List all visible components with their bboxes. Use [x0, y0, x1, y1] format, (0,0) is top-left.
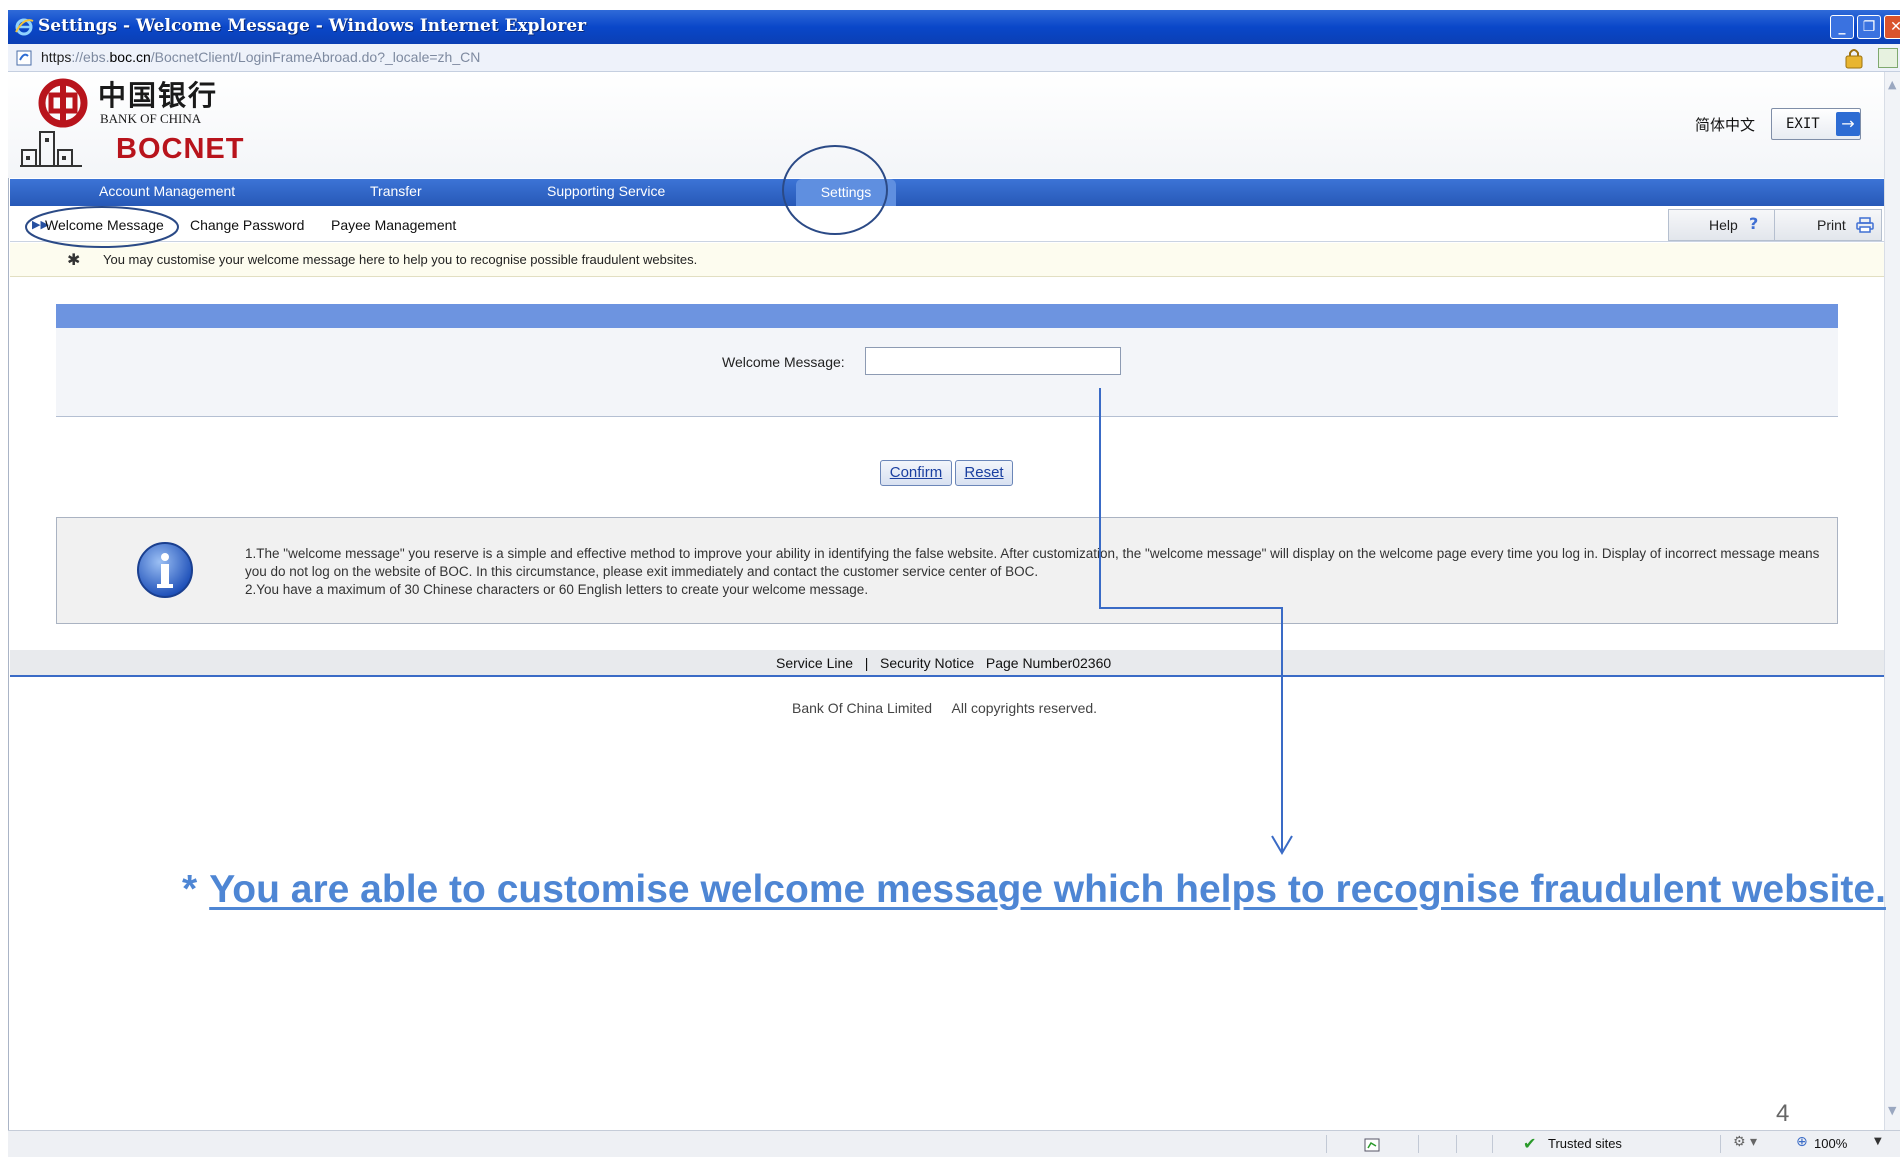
close-window-button[interactable]: ✕	[1884, 15, 1900, 39]
tip-bar: ✱ You may customise your welcome message…	[10, 243, 1884, 277]
info-icon	[137, 542, 193, 598]
tools-dropdown-icon[interactable]: ⚙ ▾	[1733, 1134, 1757, 1150]
pin-icon: ✱	[67, 250, 81, 269]
info-line-2: 2.You have a maximum of 30 Chinese chara…	[245, 582, 869, 597]
bocnet-building-icon	[20, 131, 82, 167]
main-navigation: Account Management Transfer Supporting S…	[10, 179, 1884, 206]
logo-chinese-name: 中国银行	[98, 79, 219, 112]
status-separator	[1720, 1135, 1721, 1153]
security-zone-label[interactable]: Trusted sites	[1548, 1136, 1622, 1151]
help-link[interactable]: Help	[1709, 217, 1738, 233]
callout-star: *	[182, 868, 198, 911]
nav-transfer[interactable]: Transfer	[370, 183, 422, 199]
url-scheme: https	[41, 49, 72, 65]
tip-text: You may customise your welcome message h…	[103, 252, 698, 267]
lock-icon[interactable]	[1844, 47, 1864, 69]
url-domain: boc.cn	[109, 49, 151, 65]
status-bar: ✔ Trusted sites ⚙ ▾ ⊕ 100% ▼	[8, 1130, 1900, 1157]
internet-explorer-icon	[15, 18, 34, 36]
help-print-box: Help ? Print	[1668, 209, 1882, 241]
status-separator	[1456, 1135, 1457, 1153]
scroll-down-icon[interactable]: ▼	[1888, 1104, 1896, 1117]
zoom-icon[interactable]: ⊕	[1796, 1134, 1808, 1150]
status-separator	[1418, 1135, 1419, 1153]
check-icon: ✔	[1523, 1134, 1537, 1153]
welcome-message-input[interactable]	[865, 347, 1121, 375]
window-title-bar: Settings - Welcome Message - Windows Int…	[8, 10, 1900, 44]
bocnet-title: BOCNET	[116, 133, 245, 165]
print-link[interactable]: Print	[1817, 217, 1846, 233]
annotation-callout: * You are able to customise welcome messa…	[182, 868, 1886, 912]
service-line-link[interactable]: Service Line	[776, 655, 853, 671]
subnav-welcome-message[interactable]: Welcome Message	[45, 217, 164, 233]
copyright: Bank Of China Limited All copyrights res…	[792, 700, 1097, 716]
reset-button[interactable]: Reset	[955, 460, 1013, 486]
welcome-message-form: Welcome Message:	[56, 304, 1838, 417]
nav-settings[interactable]: Settings	[796, 179, 896, 206]
url-subdomain: ://ebs.	[71, 49, 110, 65]
help-print-divider	[1774, 210, 1775, 240]
page-icon	[16, 50, 32, 66]
sub-navigation: ▶▶ Welcome Message Change Password Payee…	[10, 209, 1884, 242]
protected-mode-icon[interactable]	[1364, 1137, 1380, 1153]
footer-separator: |	[864, 655, 869, 671]
window-title: Settings - Welcome Message - Windows Int…	[38, 16, 587, 36]
vertical-scrollbar[interactable]: ▲ ▼	[1884, 72, 1900, 1130]
scroll-up-icon[interactable]: ▲	[1888, 78, 1896, 91]
language-switch-link[interactable]: 简体中文	[1695, 114, 1755, 135]
exit-label: EXIT	[1786, 116, 1820, 132]
site-header	[8, 72, 1884, 178]
company-name: Bank Of China Limited	[792, 700, 933, 716]
info-panel: 1.The "welcome message" you reserve is a…	[56, 517, 1838, 624]
logo-english-name: BANK OF CHINA	[100, 111, 202, 126]
bank-of-china-logo-icon	[38, 78, 88, 128]
footer-links: Service Line | Security Notice Page Numb…	[776, 655, 1111, 671]
nav-supporting-service[interactable]: Supporting Service	[547, 183, 665, 199]
zoom-caret-icon[interactable]: ▼	[1874, 1136, 1882, 1147]
info-text: 1.The "welcome message" you reserve is a…	[245, 545, 1820, 599]
exit-arrow-icon: →	[1836, 112, 1860, 136]
subnav-payee-management[interactable]: Payee Management	[331, 217, 456, 233]
confirm-button[interactable]: Confirm	[880, 460, 952, 486]
subnav-change-password[interactable]: Change Password	[190, 217, 304, 233]
welcome-message-label: Welcome Message:	[722, 354, 845, 370]
address-bar[interactable]: https://ebs.boc.cn/BocnetClient/LoginFra…	[8, 44, 1900, 72]
security-notice-link[interactable]: Security Notice	[880, 655, 974, 671]
url-text[interactable]: https://ebs.boc.cn/BocnetClient/LoginFra…	[41, 49, 480, 65]
callout-text: You are able to customise welcome messag…	[209, 868, 1886, 911]
info-line-1: 1.The "welcome message" you reserve is a…	[245, 546, 1820, 579]
minimize-button[interactable]: _	[1830, 15, 1854, 39]
status-separator	[1492, 1135, 1493, 1153]
url-path: /BocnetClient/LoginFrameAbroad.do?_local…	[150, 49, 481, 65]
page-number: Page Number02360	[985, 655, 1112, 671]
form-header-bar	[56, 304, 1838, 328]
zoom-level[interactable]: 100%	[1814, 1136, 1847, 1151]
footer-bar: Service Line | Security Notice Page Numb…	[10, 650, 1884, 677]
printer-icon[interactable]	[1856, 217, 1874, 233]
refresh-icon[interactable]	[1878, 48, 1898, 68]
nav-account-management[interactable]: Account Management	[99, 183, 235, 199]
restore-button[interactable]: ❐	[1857, 15, 1881, 39]
help-icon[interactable]: ?	[1749, 214, 1758, 233]
status-separator	[1326, 1135, 1327, 1153]
slide-number: 4	[1776, 1100, 1790, 1127]
rights-text: All copyrights reserved.	[951, 700, 1098, 716]
exit-button[interactable]: EXIT →	[1771, 108, 1861, 140]
